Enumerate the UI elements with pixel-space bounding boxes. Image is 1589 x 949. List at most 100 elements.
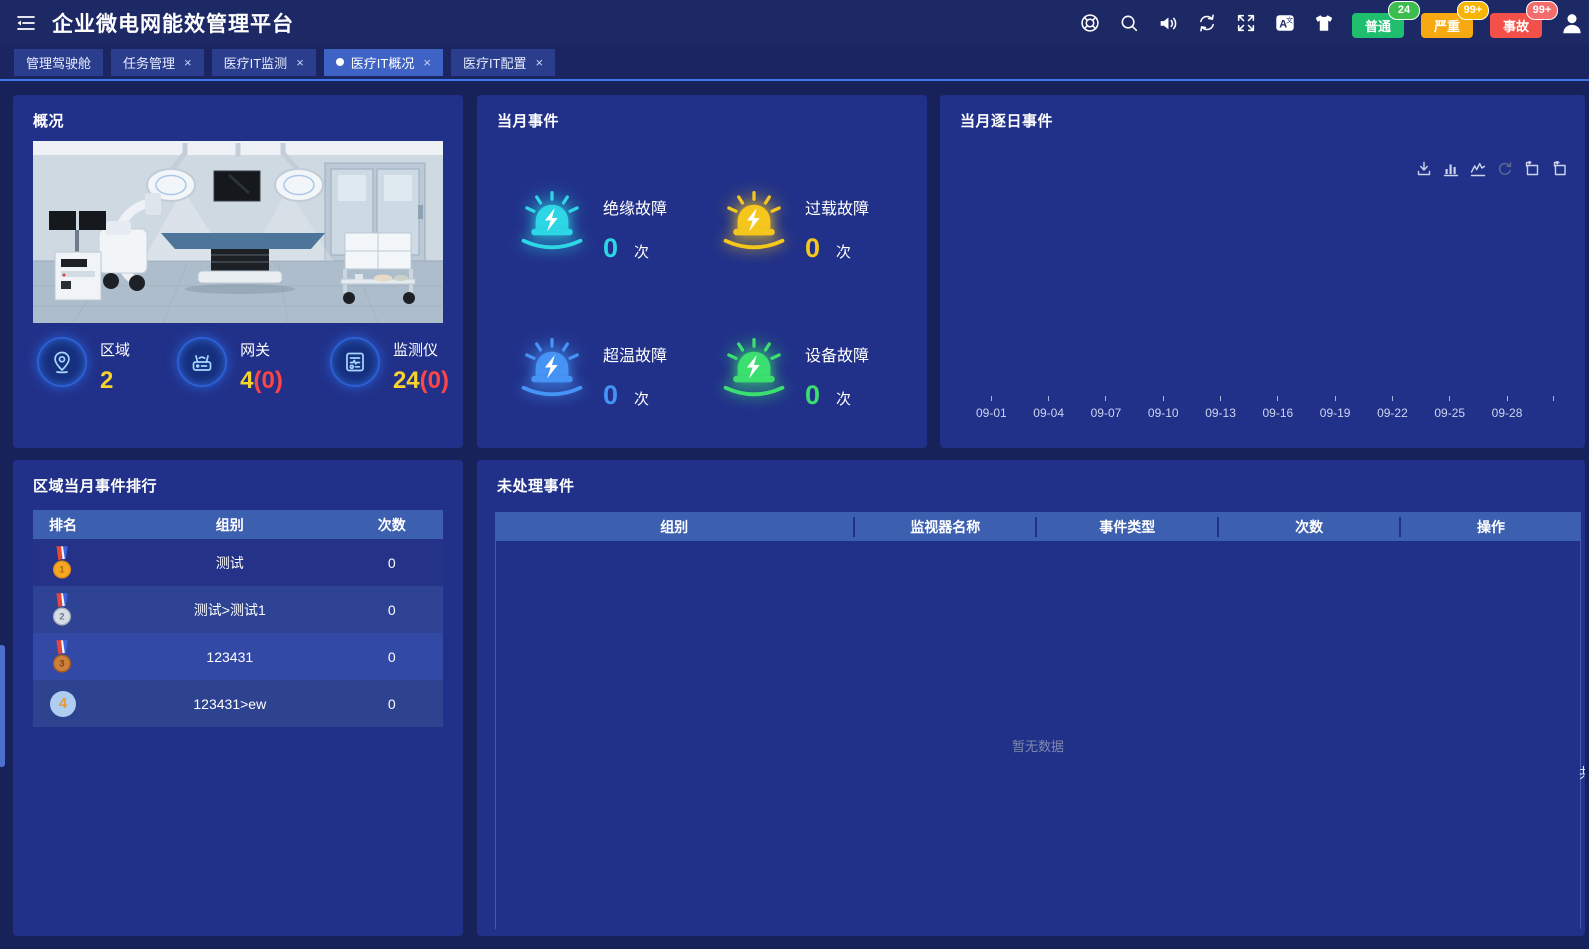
- x-tick-label: 09-22: [1377, 406, 1408, 420]
- rank-number-badge: 4: [50, 691, 76, 717]
- rank-row-group: 123431: [119, 649, 340, 665]
- month-events-grid: 绝缘故障 0 次: [477, 131, 927, 411]
- stat-monitor: 监测仪 24(0): [330, 337, 449, 395]
- volume-icon[interactable]: [1157, 12, 1179, 34]
- x-tick-label: 09-16: [1262, 406, 1293, 420]
- x-tick-label: 09-04: [1033, 406, 1064, 420]
- rank-table-header: 排名 组别 次数: [33, 510, 443, 539]
- event-unit: 次: [634, 241, 649, 262]
- active-tab-dot: [336, 58, 344, 66]
- rank-row-group: 测试>测试1: [119, 600, 340, 620]
- table-row: 4 123431>ew 0: [33, 680, 443, 727]
- tab-label: 医疗IT配置: [463, 53, 527, 72]
- reset-icon[interactable]: [1551, 161, 1567, 177]
- tab-label: 管理驾驶舱: [26, 53, 91, 72]
- cockpit-icon[interactable]: [1079, 12, 1101, 34]
- data-zoom-icon[interactable]: [1524, 161, 1540, 177]
- refresh-icon[interactable]: [1196, 12, 1218, 34]
- group-col-header: 组别: [119, 515, 340, 535]
- x-tick-label: 09-28: [1492, 406, 1523, 420]
- svg-text:1: 1: [59, 564, 64, 574]
- search-icon[interactable]: [1118, 12, 1140, 34]
- tab-close-icon[interactable]: ×: [182, 55, 192, 70]
- tab-task-management[interactable]: 任务管理 ×: [111, 49, 204, 76]
- translate-icon[interactable]: A 文: [1274, 12, 1296, 34]
- action-col-header: 操作: [1399, 517, 1581, 537]
- event-unit: 次: [634, 388, 649, 409]
- table-row: 2 测试>测试1 0: [33, 586, 443, 633]
- page-title: 企业微电网能效管理平台: [52, 8, 294, 38]
- panel-pending-events: 未处理事件 组别 监视器名称 事件类型 次数 操作 暂无数据 共: [477, 460, 1585, 936]
- alarm-beacon-icon: [517, 336, 587, 398]
- panel-rank-title: 区域当月事件排行: [13, 460, 463, 496]
- status-button-normal[interactable]: 普通 24: [1352, 13, 1404, 38]
- event-unit: 次: [836, 388, 851, 409]
- overview-stats: 区域 2 网关 4(0): [37, 337, 449, 395]
- x-tick-label: 09-19: [1320, 406, 1351, 420]
- gateway-router-icon: [177, 337, 227, 387]
- panel-overview: 概况: [13, 95, 463, 448]
- restore-icon[interactable]: [1497, 161, 1513, 177]
- x-tick-label: 09-13: [1205, 406, 1236, 420]
- rank-col-header: 排名: [33, 515, 119, 535]
- collapse-menu-icon[interactable]: [14, 11, 38, 35]
- table-row: 1 测试 0: [33, 539, 443, 586]
- status-badge-accident: 99+: [1526, 1, 1558, 20]
- bar-chart-icon[interactable]: [1443, 161, 1459, 177]
- tab-management-cockpit[interactable]: 管理驾驶舱: [14, 49, 103, 76]
- user-avatar-icon[interactable]: [1559, 10, 1585, 36]
- status-button-accident[interactable]: 事故 99+: [1490, 13, 1542, 38]
- empty-data-text: 暂无数据: [496, 736, 1580, 755]
- event-overtemp-fault: 超温故障 0 次: [517, 336, 719, 411]
- event-count: 0: [805, 233, 820, 264]
- event-label: 过载故障: [805, 195, 869, 219]
- tab-close-icon[interactable]: ×: [421, 55, 431, 70]
- tab-medical-it-config[interactable]: 医疗IT配置 ×: [451, 49, 555, 76]
- x-tick-unlabeled: [1549, 396, 1559, 420]
- alarm-beacon-icon: [719, 336, 789, 398]
- event-unit: 次: [836, 241, 851, 262]
- location-pin-icon: [37, 337, 87, 387]
- stat-region: 区域 2: [37, 337, 130, 395]
- tab-close-icon[interactable]: ×: [294, 55, 304, 70]
- monitor-device-icon: [330, 337, 380, 387]
- line-chart-icon[interactable]: [1470, 161, 1486, 177]
- svg-text:3: 3: [59, 658, 64, 668]
- svg-text:文: 文: [1286, 15, 1293, 24]
- chart-x-axis: 09-01 09-04 09-07 09-10 09-13 09-16 09-1…: [976, 396, 1559, 420]
- stat-monitor-extra: (0): [420, 367, 449, 394]
- top-header-bar: 企业微电网能效管理平台: [0, 0, 1589, 45]
- status-badge-severe: 99+: [1457, 1, 1489, 20]
- stat-gateway: 网关 4(0): [177, 337, 283, 395]
- stat-region-label: 区域: [100, 339, 130, 360]
- header-toolbar: A 文 普通 24 严重 99+ 事故 99+: [1079, 7, 1575, 38]
- status-button-severe[interactable]: 严重 99+: [1421, 13, 1473, 38]
- tab-label: 任务管理: [123, 53, 175, 72]
- event-type-col-header: 事件类型: [1035, 517, 1217, 537]
- panel-region-event-rank: 区域当月事件排行 排名 组别 次数 1 测试 0: [13, 460, 463, 936]
- event-label: 设备故障: [805, 342, 869, 366]
- left-scrollbar-thumb[interactable]: [0, 645, 5, 767]
- fullscreen-icon[interactable]: [1235, 12, 1257, 34]
- gold-medal-icon: 1: [49, 546, 75, 580]
- status-button-severe-label: 严重: [1434, 19, 1460, 34]
- x-tick-label: 09-25: [1434, 406, 1465, 420]
- panel-month-events-title: 当月事件: [477, 95, 927, 131]
- x-tick-label: 09-07: [1091, 406, 1122, 420]
- rank-row-count: 0: [340, 602, 443, 618]
- theme-icon[interactable]: [1313, 12, 1335, 34]
- pagination-total-clipped: 共: [1579, 763, 1585, 783]
- rank-row-group: 测试: [119, 553, 340, 573]
- operating-room-illustration: [33, 141, 443, 323]
- tab-medical-it-monitoring[interactable]: 医疗IT监测 ×: [212, 49, 316, 76]
- download-icon[interactable]: [1416, 161, 1432, 177]
- event-label: 绝缘故障: [603, 195, 667, 219]
- tab-medical-it-overview[interactable]: 医疗IT概况 ×: [324, 49, 443, 76]
- app-root: 企业微电网能效管理平台: [0, 0, 1589, 949]
- panel-daily-events-chart: 当月逐日事件: [940, 95, 1585, 448]
- stat-region-value: 2: [100, 367, 113, 394]
- tab-bar: 管理驾驶舱 任务管理 × 医疗IT监测 × 医疗IT概况 × 医疗IT配置 ×: [0, 45, 1589, 81]
- rank-row-count: 0: [340, 696, 443, 712]
- tab-close-icon[interactable]: ×: [534, 55, 544, 70]
- stat-monitor-label: 监测仪: [393, 339, 449, 360]
